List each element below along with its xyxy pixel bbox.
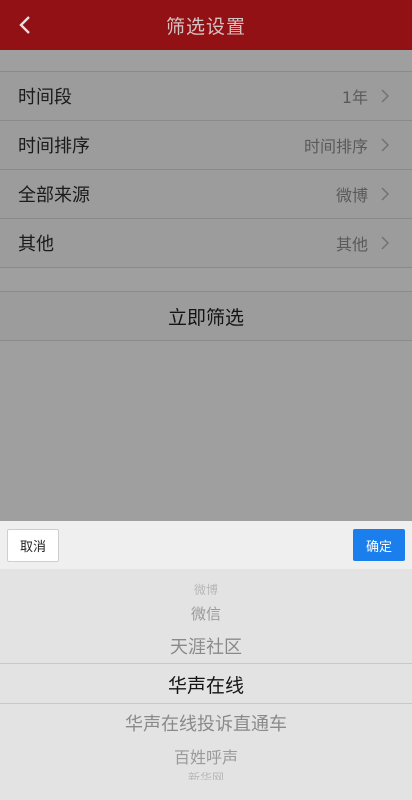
row-time-sort[interactable]: 时间排序 时间排序 <box>0 121 412 170</box>
selection-line-bottom <box>0 703 412 704</box>
row-all-sources[interactable]: 全部来源 微博 <box>0 170 412 219</box>
row-label: 时间排序 <box>18 136 90 157</box>
row-value: 其他 <box>335 235 368 254</box>
selection-line-top <box>0 663 412 664</box>
chevron-right-icon <box>381 236 389 250</box>
picker-option[interactable]: 华声在线投诉直通车 <box>0 710 412 736</box>
row-time-period[interactable]: 时间段 1年 <box>0 72 412 121</box>
chevron-right-icon <box>381 138 389 152</box>
row-label: 其他 <box>18 234 54 255</box>
chevron-right-icon <box>381 187 389 201</box>
row-value: 微博 <box>335 186 368 205</box>
cancel-button[interactable]: 取消 <box>7 529 59 562</box>
picker-toolbar: 取消 确定 <box>0 521 412 569</box>
row-label: 时间段 <box>18 87 72 108</box>
chevron-left-icon <box>19 16 30 34</box>
row-value: 时间排序 <box>303 137 368 156</box>
chevron-right-icon <box>381 89 389 103</box>
confirm-button[interactable]: 确定 <box>353 529 405 561</box>
page-title: 筛选设置 <box>165 15 246 38</box>
app-header: 筛选设置 <box>0 0 412 50</box>
apply-filter-button[interactable]: 立即筛选 <box>0 291 412 341</box>
picker-option[interactable]: 微信 <box>0 603 412 624</box>
picker-option[interactable]: 微博 <box>0 581 412 595</box>
picker-option-selected[interactable]: 华声在线 <box>0 671 412 698</box>
row-value: 1年 <box>341 88 368 107</box>
picker-wheel[interactable]: 微博 微信 天涯社区 华声在线 华声在线投诉直通车 百姓呼声 新华网 <box>0 569 412 800</box>
back-button[interactable] <box>10 10 40 40</box>
settings-list: 时间段 1年 时间排序 时间排序 全部来源 微博 其他 其他 <box>0 71 412 268</box>
row-other[interactable]: 其他 其他 <box>0 219 412 268</box>
picker-option[interactable]: 新华网 <box>0 769 412 780</box>
picker-option[interactable]: 天涯社区 <box>0 633 412 659</box>
picker-option[interactable]: 百姓呼声 <box>0 744 412 768</box>
row-label: 全部来源 <box>18 185 90 206</box>
